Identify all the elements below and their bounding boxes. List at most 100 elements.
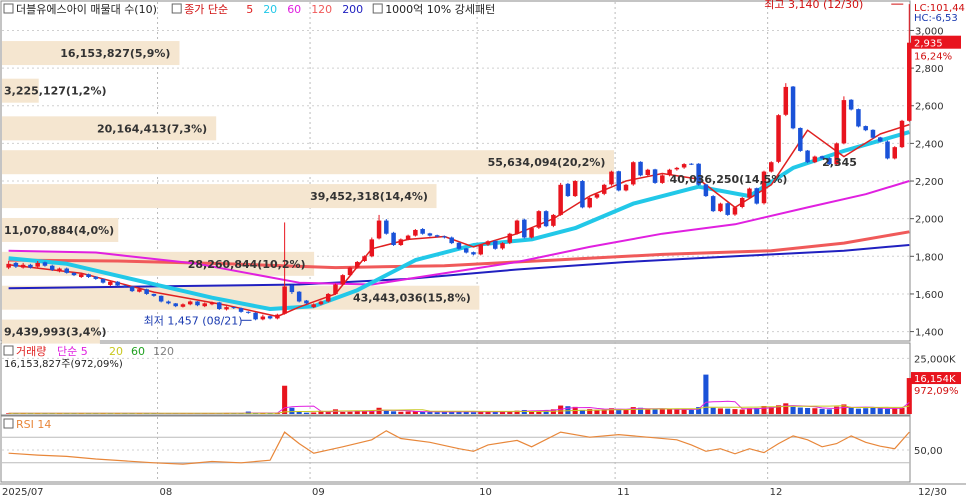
candle-body [71, 272, 77, 276]
last-price-value: 2,935 [914, 39, 943, 50]
candle-body [609, 171, 614, 185]
volume-profile-label: 39,452,318(14,4%) [310, 190, 428, 203]
volume-bar [340, 411, 346, 414]
candle-body [529, 228, 534, 238]
candle-body [580, 181, 585, 208]
volume-profile-label: 11,070,884(4,0%) [4, 224, 114, 237]
price-tick-label: 2,400 [915, 139, 944, 150]
volume-bar [565, 406, 571, 414]
volume-profile-label: 43,443,036(15,8%) [353, 292, 471, 305]
candle-body [318, 301, 324, 305]
candle-body [485, 241, 491, 245]
volume-bar [855, 408, 861, 414]
candle-body [49, 265, 55, 270]
volume-bar [303, 412, 309, 414]
volume-bar [884, 408, 891, 414]
candle-body [798, 127, 803, 151]
volume-bar [710, 407, 716, 414]
candle-body [413, 229, 418, 236]
candle-body [376, 220, 382, 239]
candle-body [493, 240, 498, 249]
volume-last-value: 16,154K [914, 374, 956, 385]
candle-body [187, 301, 193, 305]
candle-body [747, 188, 752, 198]
candle-body [449, 237, 454, 244]
candle-body [333, 284, 338, 294]
volume-bar [470, 412, 477, 414]
stock-chart[interactable]: 1,400 1,600 1,800 2,000 2,200 2,400 2,600 2,800… [0, 0, 966, 497]
candle-body [463, 248, 469, 253]
candle-body [500, 243, 505, 249]
ma-period-20: 20 [263, 3, 277, 16]
candle-body [631, 162, 636, 185]
profile-legend-label: 1000억 10% 강세패턴 [385, 3, 495, 16]
candle-body [710, 196, 716, 212]
candle-body [594, 194, 600, 198]
candle-body [231, 307, 237, 309]
candle-body [224, 307, 229, 310]
candle-body [202, 303, 207, 307]
candle-body [325, 293, 331, 302]
candle-body [863, 126, 868, 131]
volume-bar [790, 406, 796, 414]
price-tick-label: 1,600 [915, 290, 944, 301]
candle-body [841, 100, 847, 144]
candle-body [551, 214, 556, 226]
candle-body [907, 42, 912, 121]
volume-bar [725, 408, 731, 414]
candle-body [304, 300, 309, 304]
candle-body [674, 167, 680, 170]
chart-background [0, 0, 966, 497]
date-label: 2025/07 [2, 487, 44, 497]
candle-body [209, 302, 215, 305]
candle-body [732, 207, 738, 215]
candle-body [689, 163, 694, 165]
volume-bar [848, 407, 854, 414]
volume-bar [739, 409, 745, 414]
candle-body [536, 211, 542, 228]
candle-body [877, 137, 883, 142]
volume-bar [311, 412, 317, 414]
date-label: 10 [479, 487, 492, 497]
candle-body [144, 289, 149, 294]
candle-body [20, 264, 26, 268]
volume-legend-item: 거래량 [16, 345, 46, 358]
volume-profile-label: 55,634,094(20,2%) [488, 156, 606, 169]
candle-body [296, 291, 302, 302]
candle-body [100, 278, 106, 283]
candle-body [260, 316, 266, 320]
volume-bar [347, 411, 353, 414]
volume-profile-label: 20,164,413(7,3%) [97, 122, 207, 135]
candle-body [507, 233, 513, 243]
candle-body [623, 184, 629, 191]
hc-readout: HC:-6,53 [914, 13, 958, 24]
candle-body [405, 235, 411, 240]
volume-profile-label: 3,225,127(1,2%) [4, 85, 107, 98]
volume-legend-item: 60 [131, 345, 145, 358]
candle-body [899, 120, 905, 148]
candle-body [427, 233, 433, 236]
candle-body [253, 312, 258, 320]
candle-body [64, 268, 69, 273]
volume-bar [391, 411, 397, 414]
volume-bar [681, 409, 687, 414]
volume-profile-label: 16,153,827(5,9%) [60, 47, 170, 60]
candle-body [289, 285, 295, 293]
candle-body [391, 232, 396, 246]
volume-bar [282, 385, 288, 414]
candle-body [558, 184, 563, 215]
candle-body [6, 263, 11, 268]
candle-body [420, 229, 425, 234]
volume-bar [652, 409, 658, 414]
candle-body [195, 301, 200, 306]
candle-body [848, 99, 854, 110]
volume-bar [296, 411, 302, 414]
candle-body [355, 261, 360, 268]
candle-body [158, 295, 164, 302]
volume-bar [623, 409, 629, 414]
candle-body [282, 286, 287, 314]
candle-body [311, 304, 316, 308]
date-label: 12/30 [918, 487, 947, 497]
volume-bar [667, 409, 673, 414]
volume-bar [383, 410, 389, 414]
